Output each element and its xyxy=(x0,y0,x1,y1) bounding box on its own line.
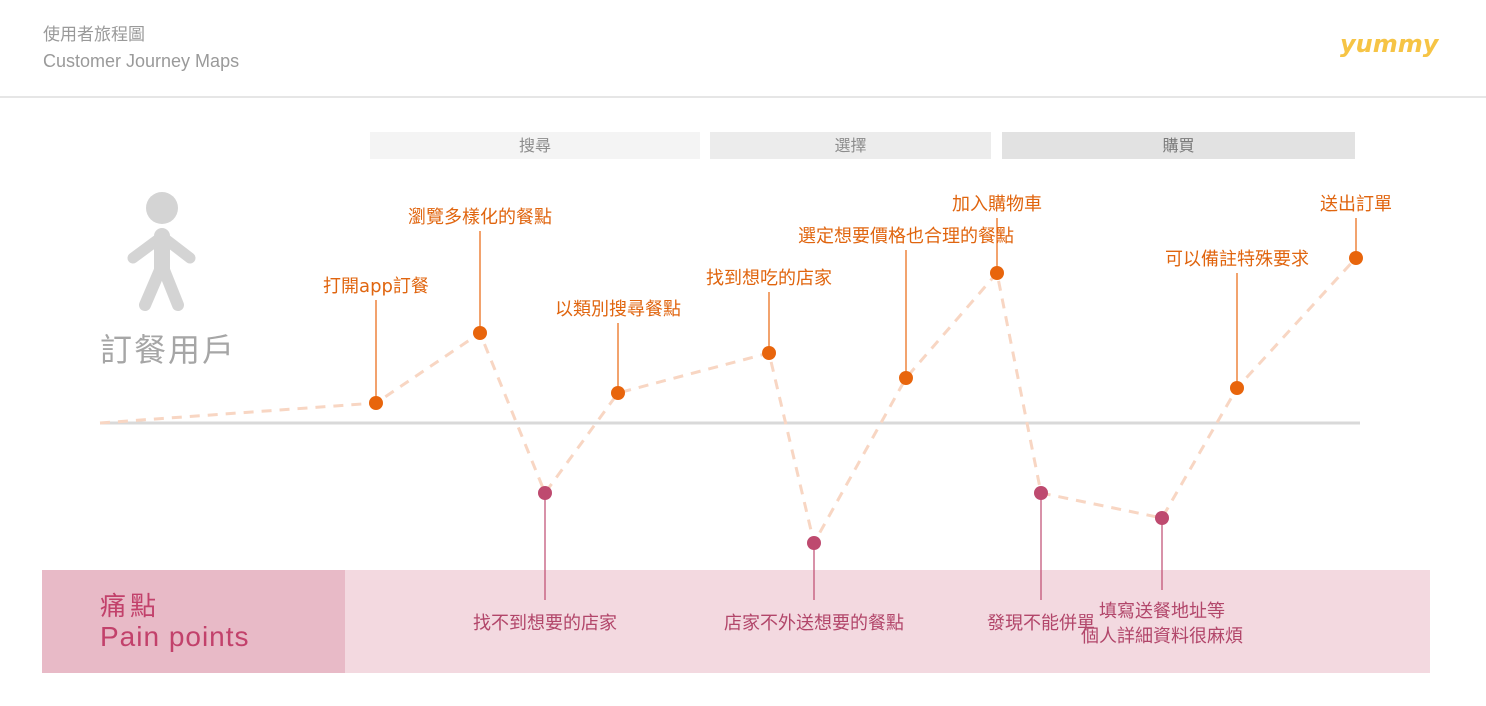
pain-point-dot xyxy=(1155,511,1169,525)
pain-point-label: 找不到想要的店家 xyxy=(473,613,617,634)
positive-step-dot xyxy=(611,386,625,400)
pain-point-label: 店家不外送想要的餐點 xyxy=(724,613,904,634)
positive-step-dot xyxy=(369,396,383,410)
pain-point-label: 填寫送餐地址等 xyxy=(1099,601,1225,622)
positive-step-dot xyxy=(1349,251,1363,265)
step-label: 打開app訂餐 xyxy=(323,276,429,297)
pain-point-dot xyxy=(538,486,552,500)
step-label: 以類別搜尋餐點 xyxy=(555,299,681,320)
step-label: 選定想要價格也合理的餐點 xyxy=(798,226,1014,247)
positive-step-dot xyxy=(473,326,487,340)
persona-label: 訂餐用戶 xyxy=(100,331,236,369)
journey-path xyxy=(99,256,1358,548)
person-icon xyxy=(127,192,196,311)
pain-point-dot xyxy=(1034,486,1048,500)
positive-step-dot xyxy=(990,266,1004,280)
positive-step-dot xyxy=(899,371,913,385)
step-label: 加入購物車 xyxy=(952,194,1042,215)
step-label: 送出訂單 xyxy=(1320,194,1392,215)
step-label: 瀏覽多樣化的餐點 xyxy=(408,207,552,228)
pain-point-label: 發現不能併單 xyxy=(987,613,1095,634)
pain-point-dot xyxy=(807,536,821,550)
positive-step-dot xyxy=(1230,381,1244,395)
journey-chart: 訂餐用戶 打開app訂餐 瀏覽多樣化的餐點找不到想要的店家 以類別搜尋餐點 找到想吃的… xyxy=(99,192,1392,647)
pain-point-label: 個人詳細資料很麻煩 xyxy=(1081,626,1243,647)
positive-step-dot xyxy=(762,346,776,360)
step-label: 找到想吃的店家 xyxy=(706,268,832,289)
step-label: 可以備註特殊要求 xyxy=(1165,249,1309,270)
